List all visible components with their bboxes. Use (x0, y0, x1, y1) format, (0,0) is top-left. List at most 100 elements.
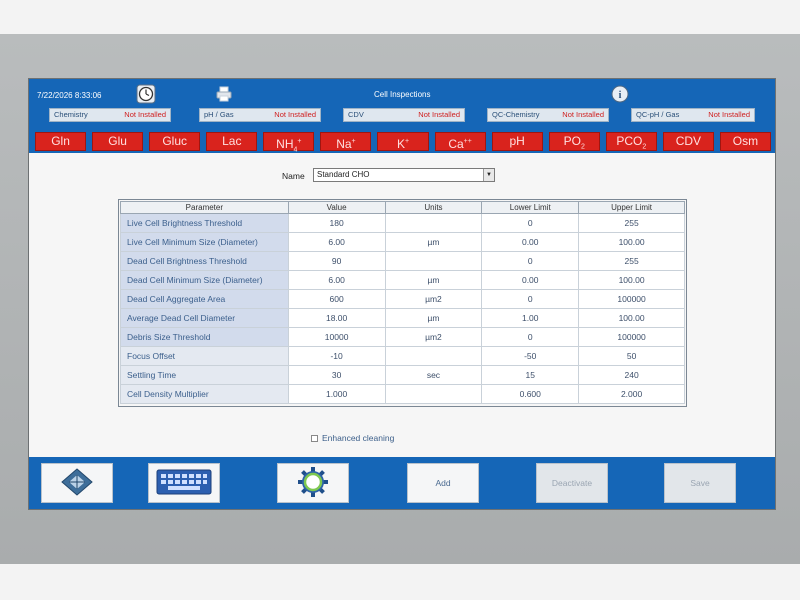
table-row[interactable]: Settling Time 30 sec 15 240 (120, 365, 685, 385)
add-button-label: Add (435, 478, 451, 488)
header-bar: 7/22/2026 8:33:06 Cell Inspections i Che… (29, 79, 775, 131)
info-icon[interactable]: i (610, 84, 630, 104)
cell-parameter: Cell Density Multiplier (120, 384, 289, 404)
save-button[interactable]: Save (664, 463, 736, 503)
table-row[interactable]: Debris Size Threshold 10000 µm2 0 100000 (120, 327, 685, 347)
cell-units (384, 213, 483, 233)
table-row[interactable]: Dead Cell Aggregate Area 600 µm2 0 100000 (120, 289, 685, 309)
analyte-ca-button[interactable]: Ca++ (434, 132, 486, 151)
col-header-value: Value (287, 201, 386, 214)
table-row[interactable]: Dead Cell Minimum Size (Diameter) 6.00 µm 0… (120, 270, 685, 290)
cell-lower-limit: 0.600 (481, 384, 580, 404)
cell-units: µm (384, 232, 483, 252)
status-chemistry: Chemistry Not Installed (49, 108, 171, 122)
analyte-pco2-button[interactable]: PCO2 (605, 132, 657, 151)
navigation-button[interactable] (41, 463, 113, 503)
cell-units: µm (384, 270, 483, 290)
cell-upper-limit: 255 (578, 251, 685, 271)
analyte-ph-button[interactable]: pH (491, 132, 543, 151)
printer-icon[interactable] (214, 84, 234, 104)
cell-value[interactable]: 1.000 (287, 384, 386, 404)
table-row[interactable]: Cell Density Multiplier 1.000 0.600 2.000 (120, 384, 685, 404)
col-header-units: Units (384, 201, 483, 214)
analyte-gluc-button[interactable]: Gluc (149, 132, 201, 151)
col-header-lower-limit: Lower Limit (481, 201, 580, 214)
analyte-glu-button[interactable]: Glu (92, 132, 144, 151)
cell-value[interactable]: 30 (287, 365, 386, 385)
cell-value[interactable]: 18.00 (287, 308, 386, 328)
settings-button[interactable] (277, 463, 349, 503)
keyboard-icon (156, 469, 212, 497)
col-header-parameter: Parameter (120, 201, 289, 214)
cell-parameter: Debris Size Threshold (120, 327, 289, 347)
analyte-gln-button[interactable]: Gln (35, 132, 87, 151)
deactivate-button[interactable]: Deactivate (536, 463, 608, 503)
cell-lower-limit: -50 (481, 346, 580, 366)
col-header-upper-limit: Upper Limit (578, 201, 685, 214)
table-row[interactable]: Live Cell Brightness Threshold 180 0 255 (120, 213, 685, 233)
enhanced-cleaning-checkbox[interactable] (311, 434, 318, 442)
analyte-osm-button[interactable]: Osm (719, 132, 772, 151)
add-button[interactable]: Add (407, 463, 479, 503)
cell-value[interactable]: 90 (287, 251, 386, 271)
table-row[interactable]: Average Dead Cell Diameter 18.00 µm 1.00 100… (120, 308, 685, 328)
analyte-po2-button[interactable]: PO2 (548, 132, 600, 151)
cell-value[interactable]: -10 (287, 346, 386, 366)
screen: 7/22/2026 8:33:06 Cell Inspections i Che… (28, 78, 776, 510)
status-qc-chemistry: QC-Chemistry Not Installed (487, 108, 609, 122)
cell-value[interactable]: 600 (287, 289, 386, 309)
analyte-strip: Gln Glu Gluc Lac NH4+ Na+ K+ Ca++ pH PO2… (29, 131, 775, 153)
analyte-lac-button[interactable]: Lac (206, 132, 258, 151)
cell-parameter: Live Cell Brightness Threshold (120, 213, 289, 233)
cell-parameter: Dead Cell Brightness Threshold (120, 251, 289, 271)
parameter-table: Parameter Value Units Lower Limit Upper … (120, 201, 685, 404)
status-cdv: CDV Not Installed (343, 108, 465, 122)
enhanced-cleaning-label: Enhanced cleaning (322, 433, 395, 443)
analyte-nh4-button[interactable]: NH4+ (263, 132, 315, 153)
cell-lower-limit: 0 (481, 327, 580, 347)
analyte-k-button[interactable]: K+ (377, 132, 429, 151)
chevron-down-icon[interactable]: ▼ (483, 169, 494, 181)
table-row[interactable]: Dead Cell Brightness Threshold 90 0 255 (120, 251, 685, 271)
cell-units (384, 251, 483, 271)
analyte-na-button[interactable]: Na+ (320, 132, 372, 151)
cell-units: µm2 (384, 327, 483, 347)
table-header-row: Parameter Value Units Lower Limit Upper … (120, 201, 685, 214)
save-button-label: Save (690, 478, 710, 488)
cell-units (384, 384, 483, 404)
cell-units: sec (384, 365, 483, 385)
gear-icon (296, 465, 330, 501)
table-row[interactable]: Live Cell Minimum Size (Diameter) 6.00 µm 0… (120, 232, 685, 252)
cell-upper-limit: 50 (578, 346, 685, 366)
navigation-diamond-icon (60, 467, 94, 499)
cell-value[interactable]: 10000 (287, 327, 386, 347)
cell-units: µm (384, 308, 483, 328)
keyboard-button[interactable] (148, 463, 220, 503)
cell-parameter: Focus Offset (120, 346, 289, 366)
name-label: Name (282, 171, 305, 181)
clock-icon[interactable] (135, 84, 157, 104)
cell-value[interactable]: 6.00 (287, 232, 386, 252)
cell-lower-limit: 0.00 (481, 232, 580, 252)
cell-upper-limit: 240 (578, 365, 685, 385)
cell-value[interactable]: 6.00 (287, 270, 386, 290)
bottom-toolbar: Add Deactivate Save (29, 457, 775, 509)
cell-lower-limit: 0 (481, 289, 580, 309)
cell-value[interactable]: 180 (287, 213, 386, 233)
cell-lower-limit: 0.00 (481, 270, 580, 290)
cell-lower-limit: 0 (481, 251, 580, 271)
status-qc-ph-gas: QC-pH / Gas Not Installed (631, 108, 755, 122)
enhanced-cleaning-option[interactable]: Enhanced cleaning (311, 433, 394, 443)
cell-upper-limit: 255 (578, 213, 685, 233)
cell-upper-limit: 100.00 (578, 308, 685, 328)
table-row[interactable]: Focus Offset -10 -50 50 (120, 346, 685, 366)
name-select-value: Standard CHO (317, 170, 370, 179)
name-select[interactable]: Standard CHO ▼ (313, 168, 495, 182)
svg-text:i: i (619, 90, 622, 101)
analyte-cdv-button[interactable]: CDV (662, 132, 714, 151)
cell-lower-limit: 1.00 (481, 308, 580, 328)
cell-lower-limit: 15 (481, 365, 580, 385)
cell-upper-limit: 100.00 (578, 270, 685, 290)
cell-upper-limit: 100000 (578, 327, 685, 347)
cell-upper-limit: 2.000 (578, 384, 685, 404)
